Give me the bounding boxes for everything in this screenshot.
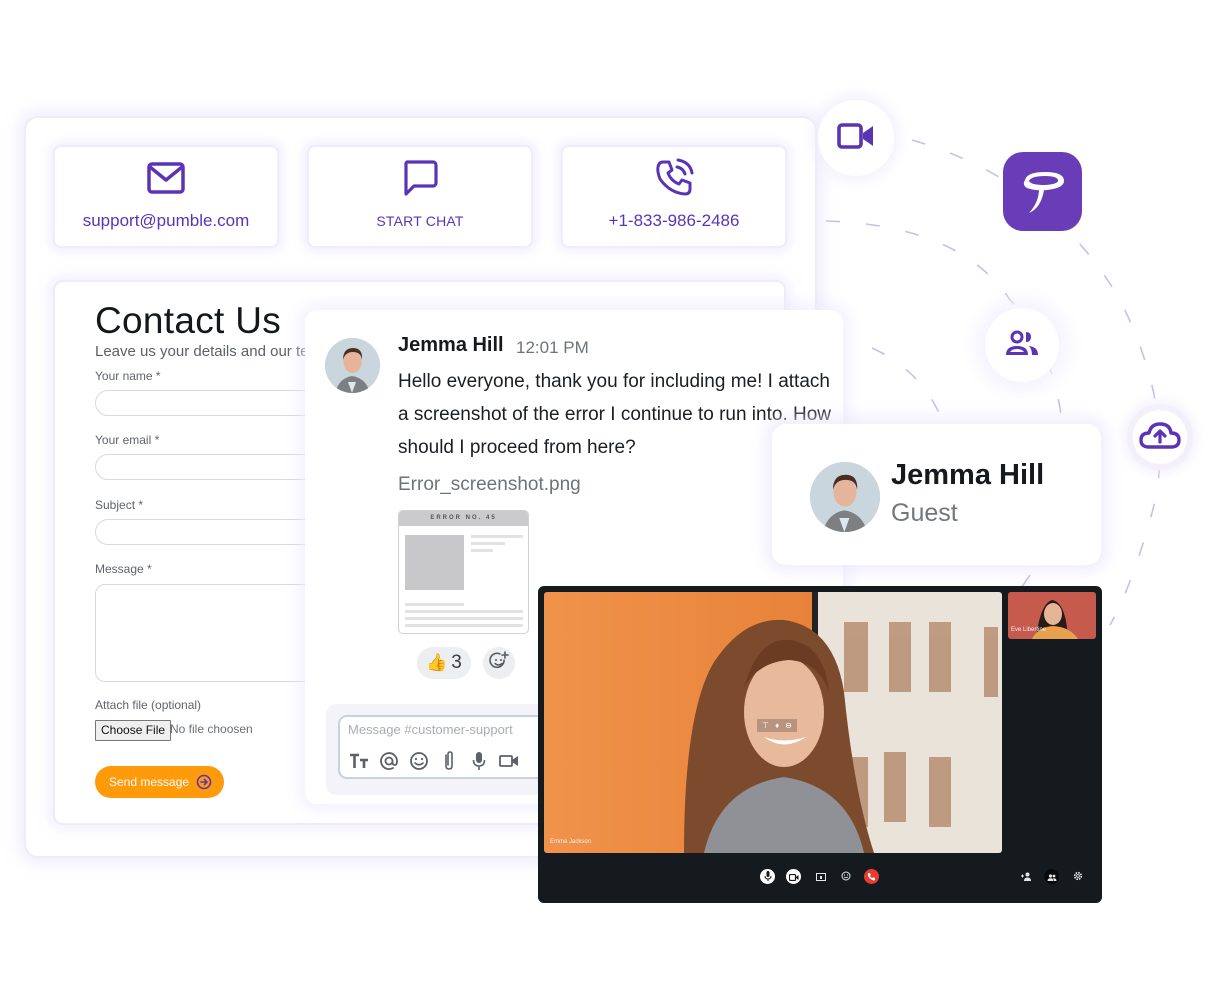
add-emoji-icon	[489, 650, 509, 676]
mail-icon	[147, 159, 185, 197]
chat-bubble-icon	[402, 159, 438, 197]
reaction-count: 3	[451, 652, 462, 673]
arrow-right-circle-icon	[196, 774, 212, 790]
minus-circle-icon[interactable]: ⊖	[785, 721, 792, 730]
phone-link[interactable]: +1-833-986-2486	[609, 211, 740, 231]
text-format-icon[interactable]	[348, 750, 369, 771]
phone-tile[interactable]: +1-833-986-2486	[561, 145, 787, 248]
attachment-preview[interactable]: ERROR NO. 45	[398, 510, 529, 634]
email-link[interactable]: support@pumble.com	[83, 211, 250, 231]
hang-up-button[interactable]	[864, 869, 879, 884]
composer-placeholder: Message #customer-support	[348, 722, 513, 737]
reactions-button[interactable]	[838, 869, 853, 884]
emoji-icon	[841, 868, 851, 886]
attach-icon[interactable]	[438, 750, 459, 771]
attachment-name[interactable]: Error_screenshot.png	[398, 474, 581, 496]
screen-share-icon	[815, 868, 826, 886]
thumbs-up-icon: 👍	[426, 653, 448, 672]
tile-overlay-controls: ⊤ ♦ ⊖	[757, 719, 797, 732]
message-time: 12:01 PM	[516, 338, 589, 357]
message-author[interactable]: Jemma Hill	[398, 334, 504, 357]
add-reaction-button[interactable]	[483, 647, 515, 679]
email-tile[interactable]: support@pumble.com	[53, 145, 279, 248]
upload-feature-badge	[1127, 404, 1193, 470]
profile-role: Guest	[891, 499, 958, 527]
main-video-tile[interactable]: ⊤ ♦ ⊖ Emma Jackson	[544, 592, 1002, 853]
participants-button[interactable]	[1044, 869, 1059, 884]
profile-name: Jemma Hill	[891, 459, 1045, 491]
add-person-button[interactable]	[1019, 869, 1034, 884]
main-participant-name: Emma Jackson	[550, 839, 592, 845]
message-label: Message *	[95, 562, 152, 576]
send-message-label: Send message	[109, 775, 190, 789]
file-status: No file choosen	[170, 722, 253, 736]
attach-label: Attach file (optional)	[95, 698, 202, 712]
phone-call-icon	[654, 158, 694, 197]
hang-up-icon	[867, 868, 876, 886]
mic-toggle-button[interactable]	[760, 869, 775, 884]
video-call-window: ⊤ ♦ ⊖ Emma Jackson Eve Libertine	[538, 586, 1102, 903]
profile-card: Jemma Hill Guest	[772, 424, 1101, 565]
side-video-tile[interactable]: Eve Libertine	[1008, 592, 1096, 639]
video-camera-icon	[837, 122, 875, 154]
add-person-icon	[1021, 868, 1032, 886]
name-label: Your name *	[95, 369, 161, 383]
camera-icon	[788, 868, 799, 886]
video-feature-badge	[818, 100, 894, 176]
screen-share-button[interactable]	[813, 869, 828, 884]
choose-file-button[interactable]: Choose File	[95, 720, 172, 741]
email-label: Your email *	[95, 433, 160, 447]
send-message-button[interactable]: Send message	[95, 766, 224, 798]
emoji-icon[interactable]	[408, 750, 429, 771]
profile-avatar[interactable]	[810, 462, 880, 532]
start-chat-tile[interactable]: START CHAT	[307, 145, 533, 248]
mention-icon[interactable]	[378, 750, 399, 771]
settings-icon	[1073, 868, 1083, 886]
participants-icon	[1047, 868, 1057, 886]
side-participant-name: Eve Libertine	[1011, 627, 1047, 633]
mic-icon[interactable]	[468, 750, 489, 771]
pumble-logo	[1003, 152, 1082, 231]
mic-icon	[764, 868, 772, 886]
form-title: Contact Us	[95, 300, 282, 341]
people-icon	[1005, 330, 1039, 361]
pin-icon[interactable]: ⊤	[762, 721, 769, 730]
settings-button[interactable]	[1070, 869, 1085, 884]
video-icon[interactable]	[498, 750, 519, 771]
attachment-preview-title: ERROR NO. 45	[399, 511, 528, 526]
author-avatar[interactable]	[325, 338, 380, 393]
team-feature-badge	[985, 308, 1059, 382]
start-chat-button[interactable]: START CHAT	[376, 213, 463, 229]
composer-toolbar	[348, 750, 519, 771]
reaction-thumbs-up[interactable]: 👍 3	[417, 647, 471, 679]
camera-toggle-button[interactable]	[786, 869, 801, 884]
mic-icon[interactable]: ♦	[775, 721, 779, 730]
subject-label: Subject *	[95, 498, 144, 512]
cloud-upload-icon	[1139, 421, 1181, 454]
